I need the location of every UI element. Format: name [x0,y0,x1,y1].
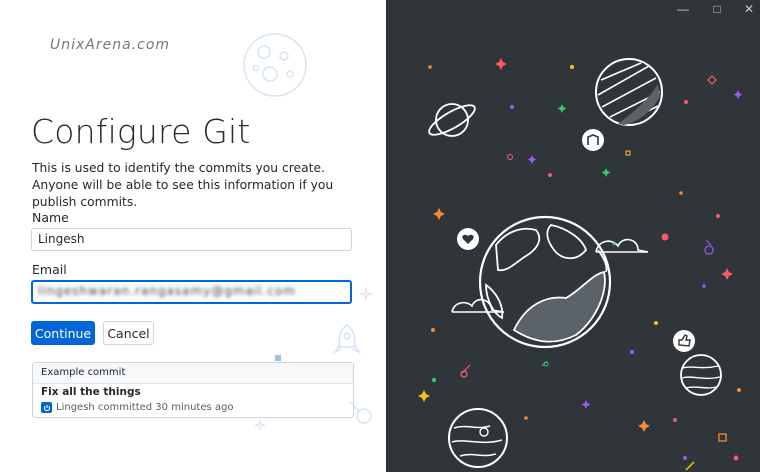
watermark-text: UnixArena.com [50,37,171,53]
example-commit-header: Example commit [33,363,353,384]
configure-git-panel: UnixArena.com Configure Git This is used… [0,0,386,472]
moon-illustration [243,33,307,97]
example-commit-meta: Lingesh committed 30 minutes ago [56,402,234,413]
space-illustration-panel: — □ ✕ [386,0,760,472]
continue-button[interactable]: Continue [31,321,95,345]
thumbs-up-icon [673,330,695,352]
github-icon [582,129,604,151]
square-dot-icon [275,355,281,361]
example-commit-summary: Fix all the things [41,386,141,398]
swirl-planet-icon [448,408,508,468]
avatar [41,402,52,413]
space-scene [418,58,743,471]
name-input[interactable]: Lingesh [31,228,352,251]
name-label: Name [32,210,69,225]
page-description: This is used to identify the commits you… [32,161,334,209]
ringed-planet-icon [428,103,476,137]
earth-planet-icon [478,215,612,349]
example-commit-meta-row: Lingesh committed 30 minutes ago [41,402,233,413]
heart-icon [457,228,479,250]
name-input-value: Lingesh [38,232,85,246]
email-input[interactable]: lingeshwaran.rangasamy@gmail.com [31,280,352,304]
comet-icon [349,401,372,424]
small-planet-icon [680,354,722,396]
sparkle-icon [360,288,372,300]
cancel-button[interactable]: Cancel [103,321,154,345]
email-label: Email [32,262,67,277]
power-icon [43,404,50,411]
rocket-icon [332,324,362,354]
striped-planet-icon [595,58,663,126]
email-input-value: lingeshwaran.rangasamy@gmail.com [38,284,297,298]
page-title: Configure Git [31,112,251,151]
example-commit-box: Example commit Fix all the things Linges… [32,362,354,418]
star-outline-icon [255,420,265,430]
